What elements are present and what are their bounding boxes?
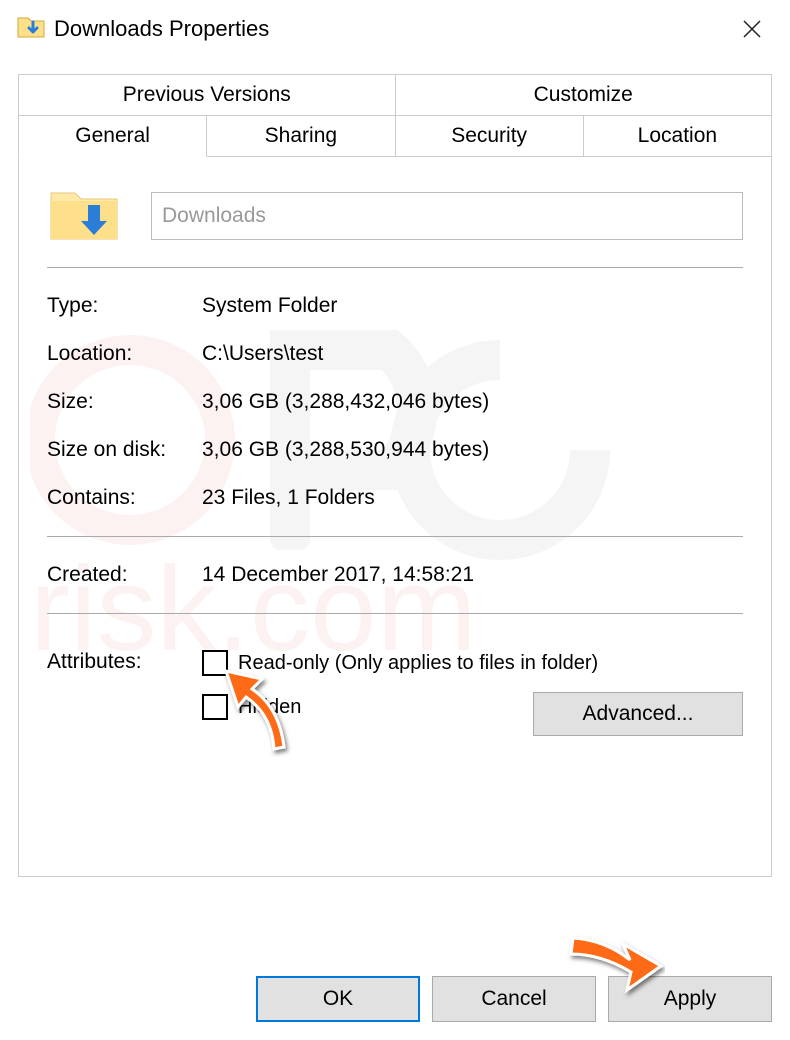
size-value: 3,06 GB (3,288,432,046 bytes) bbox=[202, 390, 743, 414]
separator bbox=[47, 613, 743, 614]
tab-location[interactable]: Location bbox=[584, 116, 772, 157]
tab-sharing[interactable]: Sharing bbox=[207, 116, 395, 157]
type-label: Type: bbox=[47, 294, 202, 318]
size-on-disk-label: Size on disk: bbox=[47, 438, 202, 462]
window-title: Downloads Properties bbox=[54, 16, 722, 42]
readonly-label: Read-only (Only applies to files in fold… bbox=[238, 652, 598, 675]
general-panel: Downloads Type: System Folder Location: … bbox=[18, 157, 772, 877]
close-button[interactable] bbox=[722, 0, 782, 58]
dialog-buttons: OK Cancel Apply bbox=[256, 976, 772, 1022]
cancel-button[interactable]: Cancel bbox=[432, 976, 596, 1022]
ok-button[interactable]: OK bbox=[256, 976, 420, 1022]
folder-name-field[interactable]: Downloads bbox=[151, 192, 743, 240]
contains-label: Contains: bbox=[47, 486, 202, 510]
apply-button[interactable]: Apply bbox=[608, 976, 772, 1022]
tab-customize[interactable]: Customize bbox=[396, 74, 773, 116]
type-value: System Folder bbox=[202, 294, 743, 318]
folder-icon bbox=[16, 12, 46, 46]
tabs: Previous Versions Customize General Shar… bbox=[18, 74, 772, 157]
separator bbox=[47, 536, 743, 537]
size-label: Size: bbox=[47, 390, 202, 414]
readonly-checkbox[interactable] bbox=[202, 650, 228, 676]
tab-general[interactable]: General bbox=[18, 116, 207, 157]
attributes-label: Attributes: bbox=[47, 650, 202, 736]
location-label: Location: bbox=[47, 342, 202, 366]
location-value: C:\Users\test bbox=[202, 342, 743, 366]
tab-security[interactable]: Security bbox=[396, 116, 584, 157]
close-icon bbox=[742, 19, 762, 39]
contains-value: 23 Files, 1 Folders bbox=[202, 486, 743, 510]
tab-previous-versions[interactable]: Previous Versions bbox=[18, 74, 396, 116]
separator bbox=[47, 267, 743, 268]
advanced-button[interactable]: Advanced... bbox=[533, 692, 743, 736]
folder-large-icon bbox=[47, 179, 121, 253]
hidden-label: Hidden bbox=[238, 696, 301, 719]
created-value: 14 December 2017, 14:58:21 bbox=[202, 563, 743, 587]
hidden-checkbox[interactable] bbox=[202, 694, 228, 720]
created-label: Created: bbox=[47, 563, 202, 587]
size-on-disk-value: 3,06 GB (3,288,530,944 bytes) bbox=[202, 438, 743, 462]
titlebar: Downloads Properties bbox=[0, 0, 790, 58]
